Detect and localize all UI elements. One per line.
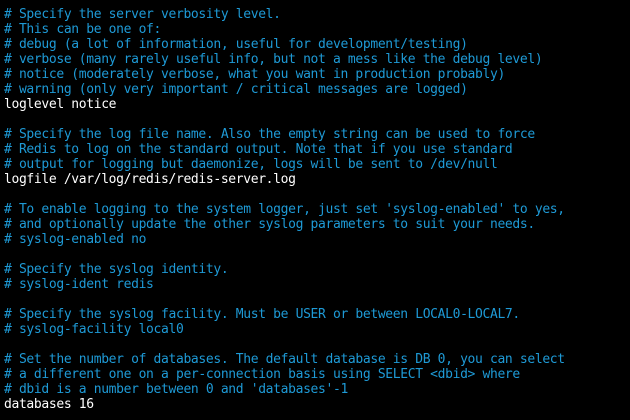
config-line: # warning (only very important / critica… [4,82,468,97]
config-line [4,247,565,262]
config-line [4,187,565,202]
config-line: # dbid is a number between 0 and 'databa… [4,382,348,397]
config-line: # Specify the syslog identity. [4,262,229,277]
config-line [4,112,565,127]
config-line: # syslog-facility local0 [4,322,184,337]
config-line: # Redis to log on the standard output. N… [4,142,513,157]
config-line: # syslog-ident redis [4,277,154,292]
config-line [4,292,565,307]
terminal-window[interactable]: # Specify the server verbosity level. # … [0,0,630,420]
config-line: # a different one on a per-connection ba… [4,367,520,382]
config-line: # To enable logging to the system logger… [4,202,565,217]
config-line: # Specify the server verbosity level. [4,7,281,22]
config-line [4,337,565,352]
config-line: databases 16 [4,397,94,412]
config-line: # Specify the syslog facility. Must be U… [4,307,520,322]
config-line: # output for logging but daemonize, logs… [4,157,498,172]
config-line: # debug (a lot of information, useful fo… [4,37,468,52]
config-line: # and optionally update the other syslog… [4,217,535,232]
config-line: # verbose (many rarely useful info, but … [4,52,543,67]
config-line: # Specify the log file name. Also the em… [4,127,535,142]
config-file-content[interactable]: # Specify the server verbosity level. # … [4,7,565,412]
config-line: # syslog-enabled no [4,232,147,247]
config-line: # This can be one of: [4,22,162,37]
config-line: # notice (moderately verbose, what you w… [4,67,505,82]
config-line: loglevel notice [4,97,117,112]
config-line: logfile /var/log/redis/redis-server.log [4,172,296,187]
config-line: # Set the number of databases. The defau… [4,352,565,367]
